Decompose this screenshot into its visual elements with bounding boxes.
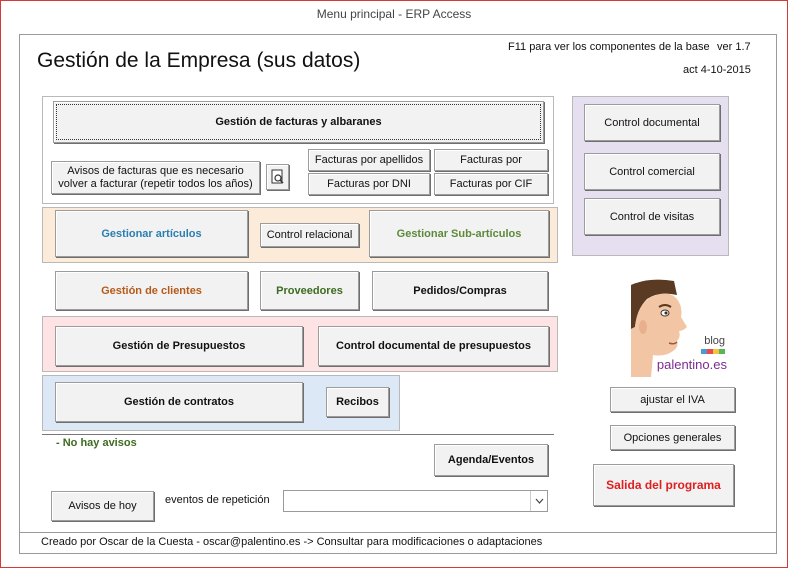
gestion-contratos-button[interactable]: Gestión de contratos	[55, 382, 303, 422]
facturas-albaranes-button[interactable]: Gestión de facturas y albaranes	[53, 101, 544, 143]
page-title: Gestión de la Empresa (sus datos)	[37, 49, 361, 72]
facturas-dni-button[interactable]: Facturas por DNI	[308, 173, 430, 195]
footer-separator	[20, 532, 776, 533]
salida-button[interactable]: Salida del programa	[593, 464, 734, 506]
avisos-facturas-button[interactable]: Avisos de facturas que es necesario volv…	[51, 161, 260, 194]
preview-icon	[271, 169, 284, 184]
facturas-por-button[interactable]: Facturas por	[434, 149, 548, 171]
app-window: Menu principal - ERP Access Gestión de l…	[0, 0, 788, 568]
gestion-clientes-button[interactable]: Gestión de clientes	[55, 271, 248, 310]
opciones-generales-button[interactable]: Opciones generales	[610, 425, 735, 450]
pedidos-compras-button[interactable]: Pedidos/Compras	[372, 271, 548, 310]
eventos-select[interactable]	[283, 490, 548, 512]
logo-site-text: palentino.es	[656, 357, 727, 372]
avisos-hoy-button[interactable]: Avisos de hoy	[51, 491, 154, 521]
logo-blog-text: blog	[704, 335, 725, 347]
main-form: Gestión de la Empresa (sus datos) F11 pa…	[19, 34, 777, 554]
ajustar-iva-button[interactable]: ajustar el IVA	[610, 387, 735, 412]
separator-line	[42, 434, 554, 435]
control-relacional-button[interactable]: Control relacional	[260, 223, 359, 247]
control-doc-presupuestos-button[interactable]: Control documental de presupuestos	[318, 326, 549, 366]
eventos-label: eventos de repetición	[165, 494, 270, 506]
gestion-presupuestos-button[interactable]: Gestión de Presupuestos	[55, 326, 303, 366]
gestionar-subarticulos-button[interactable]: Gestionar Sub-artículos	[369, 210, 549, 257]
no-avisos-status: - No hay avisos	[56, 437, 137, 449]
chevron-down-icon[interactable]	[530, 491, 547, 511]
gestionar-articulos-button[interactable]: Gestionar artículos	[55, 210, 248, 257]
control-visitas-button[interactable]: Control de visitas	[584, 198, 720, 235]
updated-label: act 4-10-2015	[683, 64, 751, 76]
control-documental-button[interactable]: Control documental	[584, 104, 720, 141]
preview-button[interactable]	[266, 164, 289, 190]
control-comercial-button[interactable]: Control comercial	[584, 153, 720, 190]
facturas-cif-button[interactable]: Facturas por CIF	[434, 173, 548, 195]
footer-credit: Creado por Oscar de la Cuesta - oscar@pa…	[41, 536, 543, 548]
recibos-button[interactable]: Recibos	[326, 387, 389, 417]
proveedores-button[interactable]: Proveedores	[260, 271, 359, 310]
window-title: Menu principal - ERP Access	[316, 7, 472, 21]
agenda-eventos-button[interactable]: Agenda/Eventos	[434, 444, 548, 476]
palentino-logo: blog palentino.es	[629, 277, 731, 377]
version-label: ver 1.7	[717, 41, 751, 53]
f11-hint: F11 para ver los componentes de la base	[508, 41, 710, 53]
logo-color-bar	[701, 349, 725, 354]
facturas-apellidos-button[interactable]: Facturas por apellidos	[308, 149, 430, 171]
